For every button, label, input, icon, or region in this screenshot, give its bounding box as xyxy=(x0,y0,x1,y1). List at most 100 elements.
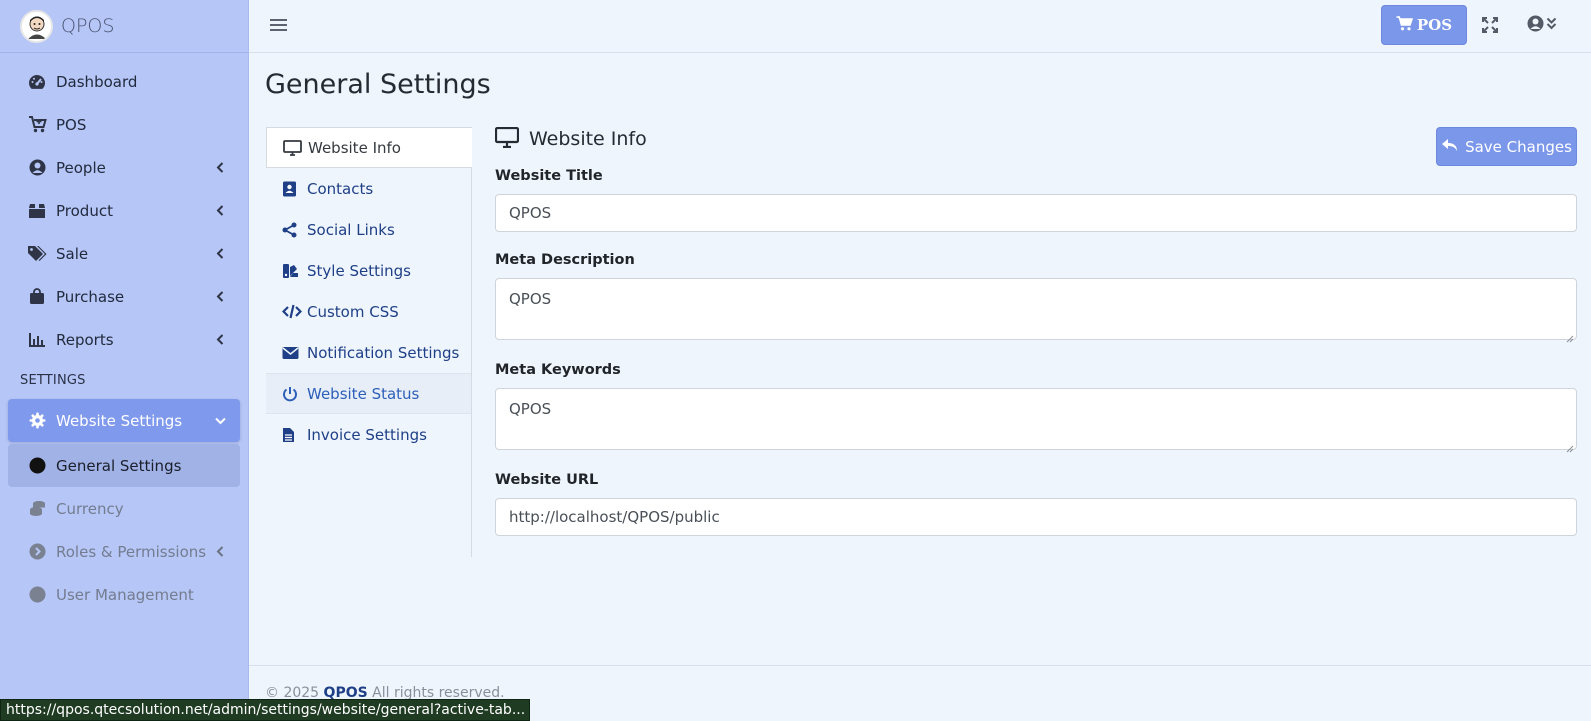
sidebar-item-people[interactable]: People xyxy=(0,146,248,189)
bar-chart-icon xyxy=(27,330,47,350)
tab-custom-css[interactable]: Custom CSS xyxy=(266,291,471,332)
sidebar-item-label: User Management xyxy=(56,585,194,604)
meta-description-label: Meta Description xyxy=(495,252,635,268)
sidebar-item-currency[interactable]: Currency xyxy=(0,487,248,530)
chevron-down-icon xyxy=(214,415,226,427)
tab-label: Style Settings xyxy=(307,261,411,280)
user-menu[interactable] xyxy=(1527,15,1561,35)
address-book-icon xyxy=(282,180,302,198)
tab-label: Notification Settings xyxy=(307,343,460,362)
gear-icon xyxy=(27,411,47,431)
meta-description-textarea[interactable]: QPOS xyxy=(495,278,1577,343)
sidebar-item-reports[interactable]: Reports xyxy=(0,318,248,361)
sidebar-item-label: Website Settings xyxy=(56,411,183,430)
sidebar-nav: Dashboard POS People Product Sale Purcha… xyxy=(0,53,248,616)
tab-invoice-settings[interactable]: Invoice Settings xyxy=(266,414,471,455)
save-changes-label: Save Changes xyxy=(1465,137,1572,156)
tab-social-links[interactable]: Social Links xyxy=(266,209,471,250)
hamburger-menu-icon[interactable] xyxy=(270,17,287,33)
sidebar-item-purchase[interactable]: Purchase xyxy=(0,275,248,318)
footer-divider xyxy=(249,665,1591,666)
save-changes-button[interactable]: Save Changes xyxy=(1436,127,1577,166)
tab-label: Invoice Settings xyxy=(307,425,427,444)
brand-name: QPOS xyxy=(61,15,115,37)
sidebar-item-label: Reports xyxy=(56,330,114,349)
browser-status-bar: https://qpos.qtecsolution.net/admin/sett… xyxy=(0,699,530,721)
sidebar-item-general-settings[interactable]: General Settings xyxy=(8,444,240,487)
code-icon xyxy=(282,303,302,321)
sidebar-item-label: General Settings xyxy=(56,456,182,475)
pos-button-label: POS xyxy=(1416,16,1453,34)
desktop-icon xyxy=(283,139,303,157)
panel-header: Website Info xyxy=(494,125,1577,153)
chevron-left-icon xyxy=(214,291,226,303)
user-circle-icon xyxy=(27,158,47,178)
tab-notification-settings[interactable]: Notification Settings xyxy=(266,332,471,373)
sidebar-item-product[interactable]: Product xyxy=(0,189,248,232)
resize-handle-icon[interactable] xyxy=(1566,329,1574,343)
tab-label: Website Status xyxy=(307,384,420,403)
tab-label: Custom CSS xyxy=(307,302,399,321)
chevron-left-icon xyxy=(214,248,226,260)
share-icon xyxy=(282,221,302,239)
sidebar-item-label: POS xyxy=(56,115,87,134)
tags-icon xyxy=(27,244,47,264)
website-title-input[interactable]: QPOS xyxy=(495,194,1577,232)
settings-tabs: Website Info Contacts Social Links Style… xyxy=(266,127,472,557)
envelope-icon xyxy=(282,344,302,362)
sidebar-item-roles-permissions[interactable]: Roles & Permissions xyxy=(0,530,248,573)
topbar: POS xyxy=(249,0,1591,53)
shopping-bag-icon xyxy=(27,287,47,307)
cart-plus-icon xyxy=(27,115,47,135)
reply-icon xyxy=(1441,138,1458,156)
resize-handle-icon[interactable] xyxy=(1566,439,1574,453)
double-chevron-down-icon xyxy=(1546,16,1557,34)
power-icon xyxy=(282,385,302,403)
meta-keywords-textarea[interactable]: QPOS xyxy=(495,388,1577,453)
meta-keywords-value: QPOS xyxy=(509,400,552,418)
website-title-label: Website Title xyxy=(495,168,603,184)
tab-label: Website Info xyxy=(308,138,401,157)
tab-style-settings[interactable]: Style Settings xyxy=(266,250,471,291)
cart-icon xyxy=(1396,15,1414,35)
sidebar-item-pos[interactable]: POS xyxy=(0,103,248,146)
sidebar-item-label: Dashboard xyxy=(56,72,138,91)
brand-logo xyxy=(20,9,53,43)
website-url-input[interactable]: http://localhost/QPOS/public xyxy=(495,498,1577,536)
circle-icon xyxy=(27,456,47,476)
circle-icon xyxy=(27,585,47,605)
sidebar-item-website-settings[interactable]: Website Settings xyxy=(8,399,240,442)
tab-label: Social Links xyxy=(307,220,395,239)
box-icon xyxy=(27,201,47,221)
chevron-left-icon xyxy=(214,205,226,217)
sidebar-item-sale[interactable]: Sale xyxy=(0,232,248,275)
chevron-left-icon xyxy=(214,334,226,346)
swatchbook-icon xyxy=(282,262,302,280)
tab-label: Contacts xyxy=(307,179,374,198)
tab-contacts[interactable]: Contacts xyxy=(266,168,471,209)
file-icon xyxy=(282,426,302,444)
status-url: https://qpos.qtecsolution.net/admin/sett… xyxy=(6,702,526,718)
meta-description-value: QPOS xyxy=(509,290,552,308)
sidebar-item-label: Purchase xyxy=(56,287,125,306)
brand[interactable]: QPOS xyxy=(0,0,248,53)
sidebar-item-label: People xyxy=(56,158,106,177)
website-url-value: http://localhost/QPOS/public xyxy=(509,508,720,526)
sidebar-item-user-management[interactable]: User Management xyxy=(0,573,248,616)
website-url-label: Website URL xyxy=(495,472,599,488)
tab-website-info[interactable]: Website Info xyxy=(266,127,472,168)
panel-title: Website Info xyxy=(529,128,647,150)
sidebar: QPOS Dashboard POS People Product Sale P… xyxy=(0,0,249,721)
desktop-icon xyxy=(494,126,520,152)
sidebar-item-label: Currency xyxy=(56,499,124,518)
fullscreen-icon[interactable] xyxy=(1481,16,1499,34)
pos-button[interactable]: POS xyxy=(1381,5,1467,45)
sidebar-item-dashboard[interactable]: Dashboard xyxy=(0,60,248,103)
sidebar-item-label: Roles & Permissions xyxy=(56,542,207,561)
website-title-value: QPOS xyxy=(509,204,552,222)
meta-keywords-label: Meta Keywords xyxy=(495,362,621,378)
page-title: General Settings xyxy=(265,69,491,100)
tab-website-status[interactable]: Website Status xyxy=(266,373,471,414)
sidebar-section-header: SETTINGS xyxy=(20,372,86,388)
website-info-panel: Website Info Save Changes Website Title … xyxy=(494,125,1577,536)
